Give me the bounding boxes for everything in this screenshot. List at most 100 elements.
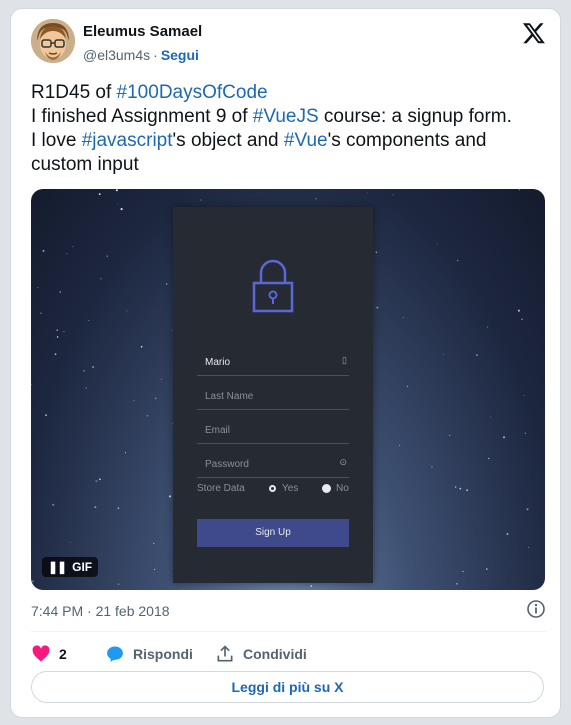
star <box>31 383 32 386</box>
star <box>133 399 135 402</box>
star <box>524 432 526 434</box>
last-name-placeholder: Last Name <box>205 391 254 402</box>
share-label: Condividi <box>243 646 307 662</box>
tweet-text-run: course: a signup form. <box>318 106 512 127</box>
star <box>63 331 65 333</box>
id-card-icon: ▯ <box>342 355 347 365</box>
star <box>466 489 468 492</box>
hashtag-link[interactable]: #Vue <box>284 130 328 151</box>
tweet-timestamp[interactable]: 7:44 PM · 21 feb 2018 <box>31 603 170 619</box>
first-name-value: Mario <box>205 357 231 368</box>
pause-icon[interactable]: ❚❚ <box>48 560 67 574</box>
star <box>398 444 401 446</box>
star <box>146 414 149 417</box>
star <box>375 251 378 254</box>
star <box>366 191 368 193</box>
signup-form-screen: Mario ▯ Last Name Email Password ⊙ Store… <box>173 207 373 583</box>
star <box>85 387 87 389</box>
star <box>436 243 438 245</box>
tweet-text: R1D45 of #100DaysOfCode I finished Assign… <box>31 81 541 177</box>
star <box>392 194 394 196</box>
star <box>66 253 68 255</box>
gif-badge[interactable]: ❚❚ GIF <box>42 557 99 577</box>
x-logo-icon[interactable] <box>522 21 546 45</box>
star <box>152 542 155 545</box>
password-field[interactable]: Password ⊙ <box>197 447 349 478</box>
hashtag-link[interactable]: #javascript <box>82 130 173 151</box>
star <box>117 583 120 585</box>
star <box>154 568 156 570</box>
tweet-text-run: I finished Assignment 9 of <box>31 106 253 127</box>
star <box>120 208 123 211</box>
star <box>169 495 171 498</box>
star <box>83 369 86 372</box>
info-icon[interactable] <box>526 599 546 619</box>
radio-icon <box>323 484 330 492</box>
reply-label: Rispondi <box>133 646 193 662</box>
star <box>518 189 520 191</box>
star <box>59 291 61 293</box>
star <box>476 354 478 356</box>
tweet-text-run: 's object and <box>172 130 284 151</box>
tweet-media-gif[interactable]: Mario ▯ Last Name Email Password ⊙ Store… <box>31 189 545 590</box>
email-field[interactable]: Email <box>197 413 349 444</box>
tweet-text-run: I love <box>31 130 82 151</box>
heart-icon <box>32 645 50 662</box>
star <box>117 203 119 205</box>
share-button[interactable]: Condividi <box>215 641 307 667</box>
star <box>490 416 492 418</box>
avatar[interactable] <box>31 19 75 63</box>
star <box>487 326 489 328</box>
star <box>181 588 183 590</box>
star <box>448 434 451 437</box>
store-data-label: Store Data <box>197 483 245 494</box>
star <box>521 318 523 321</box>
author-handle-line: @el3um4s · Segui <box>83 47 199 63</box>
last-name-field[interactable]: Last Name <box>197 379 349 410</box>
store-no-option[interactable]: No <box>323 483 349 494</box>
star <box>526 508 529 511</box>
star <box>315 198 317 200</box>
star <box>459 487 462 490</box>
star <box>517 309 520 312</box>
star <box>92 366 95 369</box>
tweet-card: Eleumus Samael @el3um4s · Segui R1D45 of #… <box>10 8 561 718</box>
tweet-text-run: custom input <box>31 154 139 175</box>
follow-button[interactable]: Segui <box>161 47 199 63</box>
star <box>94 506 97 509</box>
star <box>488 457 490 460</box>
like-button[interactable]: 2 <box>31 641 67 667</box>
tweet-text-run: 's components and <box>327 130 487 151</box>
star <box>503 436 505 439</box>
star <box>200 199 202 201</box>
reply-bubble-icon <box>107 646 123 662</box>
star <box>70 541 72 543</box>
star <box>165 282 168 285</box>
password-placeholder: Password <box>205 459 249 470</box>
no-label: No <box>336 483 349 494</box>
sign-up-button[interactable]: Sign Up <box>197 519 349 547</box>
reply-button[interactable]: Rispondi <box>105 641 193 667</box>
star <box>42 250 45 252</box>
read-more-button[interactable]: Leggi di più su X <box>31 671 544 703</box>
star <box>106 255 108 257</box>
action-bar: 2 Rispondi Condividi <box>31 641 551 667</box>
separator: · <box>153 47 158 63</box>
hashtag-link[interactable]: #VueJS <box>253 106 319 127</box>
author-name[interactable]: Eleumus Samael <box>83 23 202 40</box>
star <box>506 533 509 535</box>
star <box>32 580 34 583</box>
yes-label: Yes <box>282 483 299 494</box>
star <box>310 585 313 587</box>
hashtag-link[interactable]: #100DaysOfCode <box>117 82 268 103</box>
first-name-field[interactable]: Mario ▯ <box>197 345 349 376</box>
star <box>72 246 74 248</box>
store-yes-option[interactable]: Yes <box>269 483 298 494</box>
star <box>115 189 118 192</box>
star <box>443 353 444 355</box>
star <box>37 286 39 288</box>
author-handle[interactable]: @el3um4s <box>83 47 150 63</box>
star <box>462 570 464 573</box>
star <box>40 312 42 315</box>
key-icon: ⊙ <box>339 457 347 467</box>
